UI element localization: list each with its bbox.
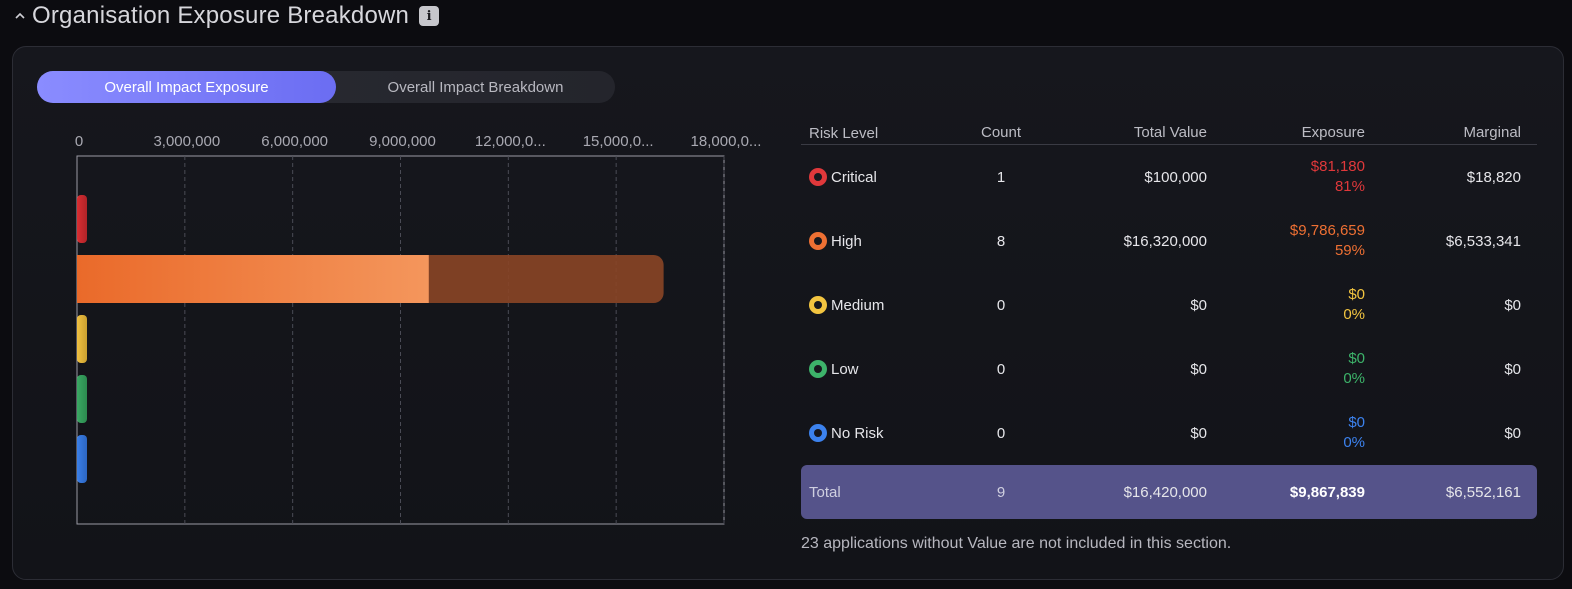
total-exposure: $9,867,839: [1289, 483, 1365, 501]
marginal-cell: $0: [1504, 424, 1521, 442]
footnote: 23 applications without Value are not in…: [801, 535, 1232, 552]
risk-level-label: Medium: [831, 296, 885, 314]
section-title: Organisation Exposure Breakdown: [32, 2, 410, 29]
total-value-cell: $0: [1190, 424, 1207, 442]
total-value-cell: $100,000: [1144, 168, 1207, 186]
marginal-cell: $18,820: [1466, 168, 1521, 186]
marginal-cell: $0: [1504, 296, 1521, 314]
header-risk-level: Risk Level: [809, 124, 879, 142]
tab-overall-impact-exposure[interactable]: Overall Impact Exposure: [37, 71, 336, 103]
x-tick-label: 9,000,000: [369, 133, 436, 150]
total-label: Total: [809, 483, 841, 501]
critical-risk-icon: [809, 168, 827, 186]
table-row-no-risk: No Risk 0 $0 $0 0% $0: [801, 401, 1537, 465]
total-marginal: $6,552,161: [1445, 483, 1521, 501]
exposure-cell: $81,180 81%: [1207, 157, 1365, 197]
exposure-value: $0: [1348, 350, 1365, 367]
exposure-value: $0: [1348, 414, 1365, 431]
marginal-cell: $0: [1504, 360, 1521, 378]
no-risk-icon: [809, 424, 827, 442]
exposure-bar-chart: 0 3,000,000 6,000,000 9,000,000 12,000,0... 1…: [75, 133, 762, 525]
exposure-percent: 0%: [1343, 434, 1365, 451]
exposure-value: $0: [1348, 286, 1365, 303]
count-cell: 1: [996, 168, 1006, 186]
exposure-percent: 0%: [1343, 306, 1365, 323]
count-cell: 8: [996, 232, 1006, 250]
count-cell: 0: [996, 360, 1006, 378]
risk-level-label: High: [831, 232, 862, 250]
risk-level-label: Low: [831, 360, 859, 378]
x-tick-label: 12,000,0...: [475, 133, 546, 150]
bar-low[interactable]: [77, 375, 87, 423]
table-row-high: High 8 $16,320,000 $9,786,659 59% $6,533,…: [801, 209, 1537, 273]
header-exposure: Exposure: [1301, 124, 1365, 141]
table-header: Risk Level Count Total Value Exposure Ma…: [801, 123, 1537, 145]
bar-exposure-high[interactable]: [77, 255, 429, 303]
exposure-percent: 0%: [1343, 370, 1365, 387]
x-tick-label: 0: [75, 133, 83, 150]
count-cell: 0: [996, 424, 1006, 442]
count-cell: 0: [996, 296, 1006, 314]
exposure-cell: $9,786,659 59%: [1207, 221, 1365, 261]
info-icon[interactable]: i: [419, 6, 440, 26]
total-value: $16,420,000: [1123, 483, 1207, 501]
total-value-cell: $0: [1190, 360, 1207, 378]
exposure-chart: 0 3,000,000 6,000,000 9,000,000 12,000,0... 1…: [13, 117, 793, 537]
tab-overall-impact-breakdown[interactable]: Overall Impact Breakdown: [336, 71, 615, 103]
exposure-cell: $0 0%: [1207, 413, 1365, 453]
section-header: Organisation Exposure Breakdown i: [14, 0, 440, 32]
risk-level-label: No Risk: [831, 424, 884, 442]
medium-risk-icon: [809, 296, 827, 314]
exposure-cell: $0 0%: [1207, 285, 1365, 325]
table-row-low: Low 0 $0 $0 0% $0: [801, 337, 1537, 401]
total-value-cell: $16,320,000: [1123, 232, 1207, 250]
risk-table: Risk Level Count Total Value Exposure Ma…: [801, 123, 1537, 519]
exposure-value: $9,786,659: [1289, 222, 1365, 239]
total-count: 9: [996, 483, 1006, 501]
marginal-cell: $6,533,341: [1445, 232, 1521, 250]
x-tick-label: 3,000,000: [153, 133, 220, 150]
x-tick-label: 15,000,0...: [583, 133, 654, 150]
x-tick-label: 6,000,000: [261, 133, 328, 150]
chevron-up-icon[interactable]: [14, 10, 26, 22]
exposure-percent: 59%: [1334, 242, 1365, 259]
exposure-value: $81,180: [1310, 158, 1365, 175]
x-tick-label: 18,000,0...: [691, 133, 762, 150]
table-row-medium: Medium 0 $0 $0 0% $0: [801, 273, 1537, 337]
high-risk-icon: [809, 232, 827, 250]
exposure-cell: $0 0%: [1207, 349, 1365, 389]
bar-no-risk[interactable]: [77, 435, 87, 483]
table-total-row: Total 9 $16,420,000 $9,867,839 $6,552,16…: [801, 465, 1537, 519]
view-toggle: Overall Impact Exposure Overall Impact B…: [37, 71, 615, 103]
header-marginal: Marginal: [1463, 124, 1521, 141]
low-risk-icon: [809, 360, 827, 378]
header-total-value: Total Value: [1133, 124, 1207, 141]
bar-medium[interactable]: [77, 315, 87, 363]
header-count: Count: [980, 124, 1022, 141]
total-value-cell: $0: [1190, 296, 1207, 314]
exposure-percent: 81%: [1334, 178, 1365, 195]
table-row-critical: Critical 1 $100,000 $81,180 81% $18,820: [801, 145, 1537, 209]
bar-critical[interactable]: [77, 195, 87, 243]
exposure-card: Overall Impact Exposure Overall Impact B…: [12, 46, 1564, 580]
risk-level-label: Critical: [831, 168, 877, 186]
